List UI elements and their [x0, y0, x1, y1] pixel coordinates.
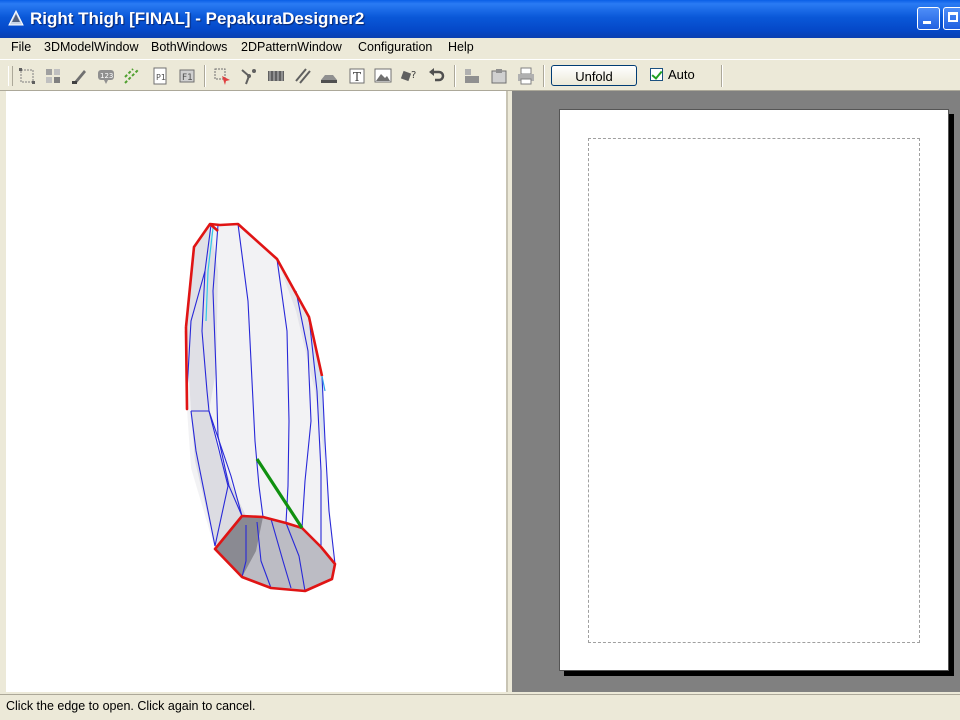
- unfold-button[interactable]: Unfold: [551, 65, 637, 86]
- minimize-button[interactable]: [917, 7, 940, 30]
- toolbar-separator: [204, 65, 206, 87]
- 2d-pattern-view[interactable]: [512, 91, 960, 692]
- window-title: Right Thigh [FINAL] - PepakuraDesigner2: [30, 9, 365, 28]
- menu-configuration[interactable]: Configuration: [358, 40, 432, 54]
- fold-line-icon[interactable]: [122, 66, 142, 86]
- thigh-model-render[interactable]: [6, 91, 506, 692]
- print-margin: [588, 138, 920, 643]
- toolbar-separator: [454, 65, 456, 87]
- menu-file[interactable]: File: [11, 40, 31, 54]
- pepakura-app-icon[interactable]: [6, 8, 26, 28]
- paper-sheet: [559, 109, 949, 671]
- texture-icon[interactable]: [266, 66, 286, 86]
- flap-icon[interactable]: F1: [177, 66, 197, 86]
- menu-both-windows[interactable]: BothWindows: [151, 40, 227, 54]
- menu-help[interactable]: Help: [448, 40, 474, 54]
- toolbar-grip[interactable]: [8, 66, 13, 86]
- number-icon[interactable]: 123: [96, 66, 116, 86]
- maximize-button[interactable]: [943, 7, 960, 30]
- open-edge-icon[interactable]: [212, 66, 232, 86]
- title-bar[interactable]: Right Thigh [FINAL] - PepakuraDesigner2: [0, 0, 960, 38]
- menu-2d-pattern-window[interactable]: 2DPatternWindow: [241, 40, 342, 54]
- undo-icon[interactable]: [427, 66, 447, 86]
- page-icon[interactable]: P1: [150, 66, 170, 86]
- rotate-icon[interactable]: ?: [400, 66, 420, 86]
- auto-checkbox[interactable]: [650, 68, 663, 81]
- flap-tool-icon[interactable]: [319, 66, 339, 86]
- image-icon[interactable]: [373, 66, 393, 86]
- paint-icon[interactable]: [70, 66, 90, 86]
- menu-bar: File 3DModelWindow BothWindows 2DPattern…: [0, 38, 960, 58]
- status-bar: Click the edge to open. Click again to c…: [0, 694, 960, 720]
- toolbar-separator: [543, 65, 545, 87]
- status-message: Click the edge to open. Click again to c…: [6, 699, 256, 713]
- grid-icon[interactable]: [43, 66, 63, 86]
- clipboard-icon[interactable]: [489, 66, 509, 86]
- svg-text:123: 123: [100, 72, 113, 80]
- svg-text:T: T: [353, 70, 361, 84]
- 3d-model-view[interactable]: [6, 91, 508, 692]
- toolbar-separator: [721, 65, 723, 87]
- layout-icon[interactable]: [462, 66, 482, 86]
- svg-text:F1: F1: [182, 73, 193, 83]
- edge-lines-icon[interactable]: [293, 66, 313, 86]
- select-icon[interactable]: [17, 66, 37, 86]
- join-edge-icon[interactable]: [239, 66, 259, 86]
- auto-label: Auto: [668, 67, 695, 82]
- svg-text:P1: P1: [156, 73, 166, 82]
- toolbar: 123 P1 F1 T ? Unfold Auto: [0, 59, 960, 91]
- svg-text:?: ?: [411, 70, 416, 81]
- print-icon[interactable]: [516, 66, 536, 86]
- menu-3d-model-window[interactable]: 3DModelWindow: [44, 40, 138, 54]
- text-icon[interactable]: T: [347, 66, 367, 86]
